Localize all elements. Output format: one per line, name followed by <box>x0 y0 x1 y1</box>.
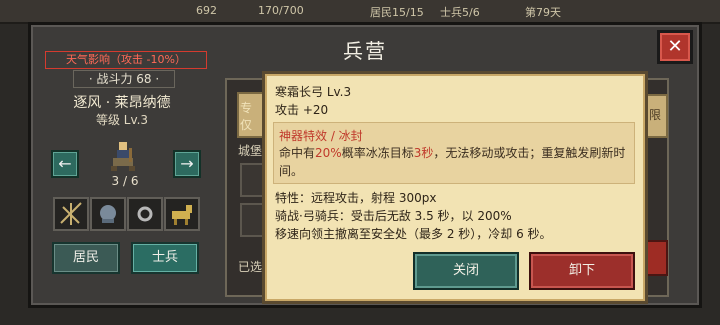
ring-icon <box>137 206 153 222</box>
next-hero-button[interactable]: → <box>173 150 201 178</box>
artifact-effect-box: 神器特效 / 冰封 命中有20%概率冰冻目标3秒，无法移动或攻击；重复触发刷新时… <box>273 122 635 184</box>
day-count: 第79天 <box>525 6 561 19</box>
resource-count: 170/700 <box>258 4 304 17</box>
weather-effect-label: 天气影响（攻击 -10%） <box>45 51 207 69</box>
hero-index: 3 / 6 <box>111 174 139 188</box>
soldiers-count: 士兵5/6 <box>440 6 480 19</box>
tab-residents[interactable]: 居民 <box>52 242 120 274</box>
top-resource-bar: 692 170/700 居民15/15 士兵5/6 第79天 <box>0 0 720 24</box>
item-title: 寒霜长弓 Lv.3 <box>275 85 352 99</box>
equipment-slot-helmet[interactable] <box>90 197 126 231</box>
close-tooltip-button[interactable]: 关闭 <box>413 252 519 290</box>
equipment-slot-bow[interactable] <box>53 197 89 231</box>
unequip-button[interactable]: 卸下 <box>529 252 635 290</box>
horse-icon <box>172 205 192 225</box>
hero-sprite <box>105 140 141 172</box>
combat-power: · 战斗力 68 · <box>73 70 175 88</box>
hero-level: 等级 Lv.3 <box>95 113 149 127</box>
equipment-slot-ring[interactable] <box>127 197 163 231</box>
hidden-label-2: 城堡 <box>238 144 263 158</box>
trait-line-2: 骑战·弓骑兵：受击后无敌 3.5 秒，以 200% <box>275 209 512 223</box>
item-attack: 攻击 +20 <box>275 103 329 117</box>
effect-title: 神器特效 / 冰封 <box>279 129 363 143</box>
close-icon: ✕ <box>667 36 683 57</box>
effect-description: 命中有20%概率冰冻目标3秒，无法移动或攻击；重复触发刷新时间。 <box>279 146 626 178</box>
tab-soldiers[interactable]: 士兵 <box>131 242 199 274</box>
trait-line-3: 移速向领主撤离至安全处（最多 2 秒），冷却 6 秒。 <box>275 227 552 241</box>
trait-line-1: 特性：远程攻击，射程 300px <box>275 191 437 205</box>
arrow-right-icon: → <box>180 154 194 173</box>
hero-name: 逐风 · 莱昂纳德 <box>73 95 171 111</box>
prev-hero-button[interactable]: ← <box>51 150 79 178</box>
arrow-left-icon: ← <box>58 154 72 173</box>
equipment-slot-mount[interactable] <box>164 197 200 231</box>
hidden-label-1: 专仅 <box>240 101 253 132</box>
hidden-label-3: 已选 <box>238 260 263 274</box>
residents-count: 居民15/15 <box>370 6 424 19</box>
helmet-icon <box>100 205 116 223</box>
item-tooltip: 寒霜长弓 Lv.3 攻击 +20 神器特效 / 冰封 命中有20%概率冰冻目标3… <box>262 71 648 304</box>
close-panel-button[interactable]: ✕ <box>657 30 693 64</box>
gold-count: 692 <box>196 4 217 17</box>
frost-bow-icon <box>60 202 82 225</box>
